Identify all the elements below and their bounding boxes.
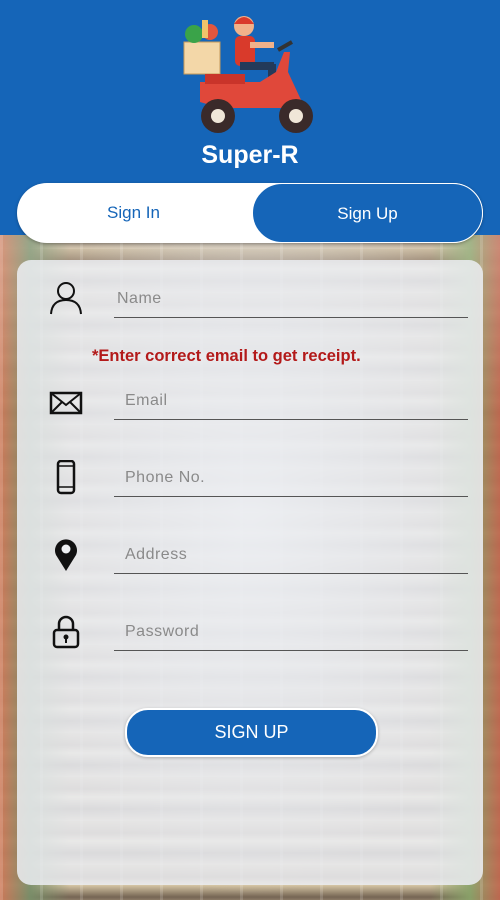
address-placeholder: Address bbox=[125, 546, 188, 563]
phone-icon bbox=[56, 460, 76, 495]
email-field[interactable]: Email bbox=[17, 385, 483, 445]
sign-up-form-card: Name *Enter correct email to get receipt… bbox=[17, 260, 483, 885]
name-underline bbox=[114, 317, 468, 318]
password-underline bbox=[114, 650, 468, 651]
app-title: Super-R bbox=[201, 141, 299, 169]
lock-icon bbox=[52, 615, 80, 649]
auth-tab-bar: Sign In Sign Up bbox=[17, 183, 483, 243]
phone-underline bbox=[114, 496, 468, 497]
name-field[interactable]: Name bbox=[17, 280, 483, 340]
sign-up-button[interactable]: SIGN UP bbox=[125, 708, 378, 757]
email-receipt-notice: *Enter correct email to get receipt. bbox=[92, 347, 361, 365]
scooter-delivery-logo bbox=[183, 16, 313, 133]
address-field[interactable]: Address bbox=[17, 537, 483, 597]
password-placeholder: Password bbox=[125, 623, 200, 640]
location-pin-icon bbox=[55, 539, 77, 571]
password-field[interactable]: Password bbox=[17, 614, 483, 674]
tab-sign-up[interactable]: Sign Up bbox=[252, 183, 483, 243]
email-placeholder: Email bbox=[125, 392, 168, 409]
phone-placeholder: Phone No. bbox=[125, 469, 206, 486]
name-placeholder: Name bbox=[117, 290, 162, 307]
tab-sign-in[interactable]: Sign In bbox=[17, 183, 250, 243]
address-underline bbox=[114, 573, 468, 574]
person-icon bbox=[50, 282, 82, 315]
email-underline bbox=[114, 419, 468, 420]
envelope-icon bbox=[49, 391, 83, 415]
phone-field[interactable]: Phone No. bbox=[17, 460, 483, 520]
